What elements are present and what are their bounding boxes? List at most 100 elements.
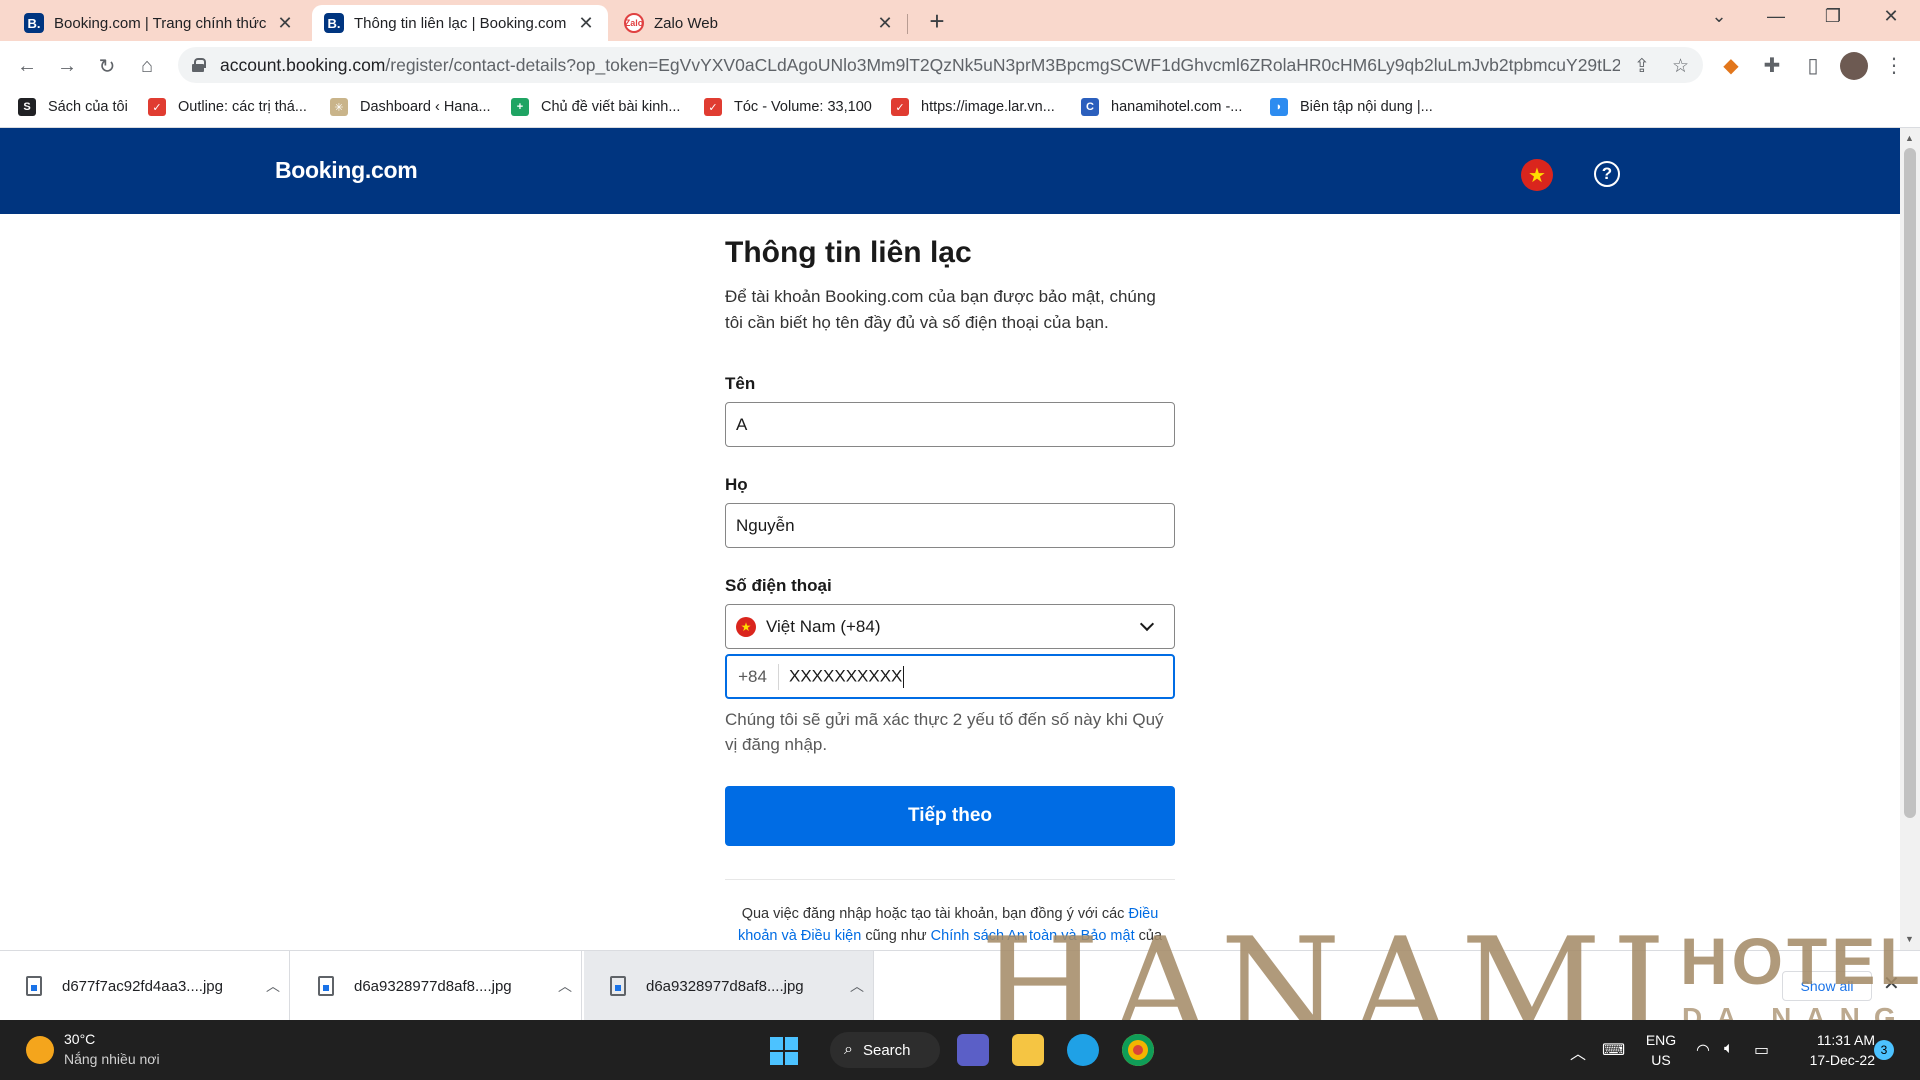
tab-strip: B. Booking.com | Trang chính thức | Khác… [0,0,1920,41]
forward-icon[interactable]: → [52,51,82,81]
address-bar[interactable]: account.booking.com/register/contact-det… [178,47,1703,83]
download-item[interactable]: d6a9328977d8af8....jpg ︿ [292,951,582,1021]
close-window-icon[interactable]: ✕ [1876,6,1906,27]
home-icon[interactable]: ⌂ [132,51,162,81]
scroll-up-icon[interactable]: ▲ [1905,133,1914,143]
phone-prefix: +84 [727,663,779,690]
search-icon: ⌕ [844,1041,853,1058]
windows-start-icon[interactable] [770,1037,798,1065]
tab-divider [907,14,908,34]
phone-number-input[interactable]: +84 XXXXXXXXXX [725,654,1175,699]
close-tab-icon[interactable]: ✕ [875,13,895,34]
show-hidden-icons-chevron-icon[interactable]: ︿ [1570,1040,1586,1064]
teams-chat-icon[interactable] [957,1034,989,1066]
country-code-select[interactable]: ★ Việt Nam (+84) [725,604,1175,649]
tab-booking-home[interactable]: B. Booking.com | Trang chính thức | Khác… [12,5,307,41]
bookmark-item[interactable]: ✓ Tóc - Volume: 33,100 [704,98,872,116]
contact-details-form: Thông tin liên lạc Để tài khoản Booking.… [725,236,1175,950]
booking-favicon-icon: B. [24,13,44,33]
extensions-puzzle-icon[interactable]: ✚ [1759,52,1785,78]
last-name-input[interactable]: Nguyễn [725,503,1175,548]
booking-favicon-icon: B. [324,13,344,33]
editor-icon: ◗ [1270,98,1288,116]
country-code-value: Việt Nam (+84) [766,616,881,636]
chevron-down-icon [1139,616,1155,632]
wifi-icon[interactable]: ◠ [1696,1040,1710,1060]
lock-icon[interactable] [192,58,206,72]
bookmark-item[interactable]: ✓ Outline: các trị thá... [148,98,307,116]
metamask-fox-icon[interactable]: ◆ [1718,52,1744,78]
first-name-input[interactable]: A [725,402,1175,447]
language-indicator[interactable]: ENG US [1643,1030,1679,1070]
image-file-icon [318,976,334,996]
last-name-label: Họ [725,475,748,494]
bookmark-item[interactable]: ◗ Biên tập nội dung |... [1270,98,1433,116]
outline-icon: ✓ [704,98,722,116]
weather-description[interactable]: Nắng nhiều nơi [64,1051,160,1067]
book-icon: S [18,98,36,116]
close-tab-icon[interactable]: ✕ [576,13,596,34]
profile-avatar[interactable] [1840,52,1868,80]
help-icon[interactable]: ? [1594,161,1620,187]
page-scrollbar[interactable]: ▲ ▼ [1900,128,1920,950]
tab-title: Zalo Web [654,14,718,32]
bookmark-item[interactable]: Chanamihotel.com -... [1081,98,1242,116]
first-name-label: Tên [725,374,756,393]
weather-temperature[interactable]: 30°C [64,1031,95,1047]
next-button[interactable]: Tiếp theo [725,786,1175,846]
taskbar-search-button[interactable]: ⌕ Search [830,1032,940,1068]
menu-kebab-icon[interactable]: ⋮ [1881,52,1907,78]
chrome-browser-icon[interactable] [1122,1034,1154,1066]
browser-toolbar: ← → ↻ ⌂ account.booking.com/register/con… [0,41,1920,90]
download-item[interactable]: d6a9328977d8af8....jpg ︿ [584,951,874,1021]
windows-taskbar: 30°C Nắng nhiều nơi ⌕ Search ︿ ⌨ ENG US ◠… [0,1020,1920,1080]
sheets-icon: + [511,98,529,116]
weather-sun-icon[interactable] [26,1036,54,1064]
bookmark-item[interactable]: S Sách của tôi [18,98,128,116]
image-file-icon [26,976,42,996]
language-flag-icon[interactable]: ★ [1521,159,1553,191]
close-tab-icon[interactable]: ✕ [275,13,295,34]
tab-search-icon[interactable]: ⌄ [1704,6,1734,27]
phone-value: XXXXXXXXXX [779,665,905,688]
page-viewport: Booking.com ★ ? Thông tin liên lạc Để tà… [0,128,1900,950]
chevron-up-icon[interactable]: ︿ [558,976,572,996]
scrollbar-thumb[interactable] [1904,148,1916,818]
minimize-icon[interactable]: — [1761,6,1791,27]
bookmark-star-icon[interactable]: ☆ [1672,55,1689,78]
intro-text: Để tài khoản Booking.com của bạn được bả… [725,287,1156,332]
tab-zalo[interactable]: Zalo Zalo Web ✕ [612,5,907,41]
file-explorer-icon[interactable] [1012,1034,1044,1066]
restore-icon[interactable]: ❐ [1818,6,1848,27]
hanami-site-icon: C [1081,98,1099,116]
zalo-favicon-icon: Zalo [624,13,644,33]
vietnam-flag-icon: ★ [736,616,756,637]
dashboard-icon: ✳ [330,98,348,116]
chevron-up-icon[interactable]: ︿ [850,976,864,996]
bookmark-item[interactable]: ✓ https://image.lar.vn... [891,98,1055,116]
outline-icon: ✓ [148,98,166,116]
bookmark-item[interactable]: ✳ Dashboard ‹ Hana... [330,98,491,116]
side-panel-icon[interactable]: ▯ [1800,52,1826,78]
battery-icon[interactable]: ▭ [1754,1040,1769,1060]
back-icon[interactable]: ← [12,51,42,81]
download-item[interactable]: d677f7ac92fd4aa3....jpg ︿ [0,951,290,1021]
text-caret [903,665,905,688]
new-tab-icon[interactable]: + [922,8,952,34]
url-text[interactable]: account.booking.com/register/contact-det… [220,55,1620,76]
tab-contact-details[interactable]: B. Thông tin liên lạc | Booking.com ✕ [312,5,608,41]
edge-browser-icon[interactable] [1067,1034,1099,1066]
outline-icon: ✓ [891,98,909,116]
phone-label: Số điện thoại [725,576,832,595]
reload-icon[interactable]: ↻ [92,51,122,81]
bookmark-item[interactable]: + Chủ đề viết bài kinh... [511,98,680,116]
keyboard-icon[interactable]: ⌨ [1602,1040,1625,1060]
system-clock[interactable]: 11:31 AM 17-Dec-22 [1795,1030,1875,1070]
booking-logo[interactable]: Booking.com [275,157,418,184]
tab-title: Booking.com | Trang chính thức | Khách s… [54,14,267,32]
volume-icon[interactable]: 🔈︎ [1724,1040,1734,1058]
notification-badge[interactable]: 3 [1874,1040,1894,1060]
page-title: Thông tin liên lạc [725,236,972,269]
share-icon[interactable]: ⇪ [1634,55,1650,78]
chevron-up-icon[interactable]: ︿ [266,976,280,996]
